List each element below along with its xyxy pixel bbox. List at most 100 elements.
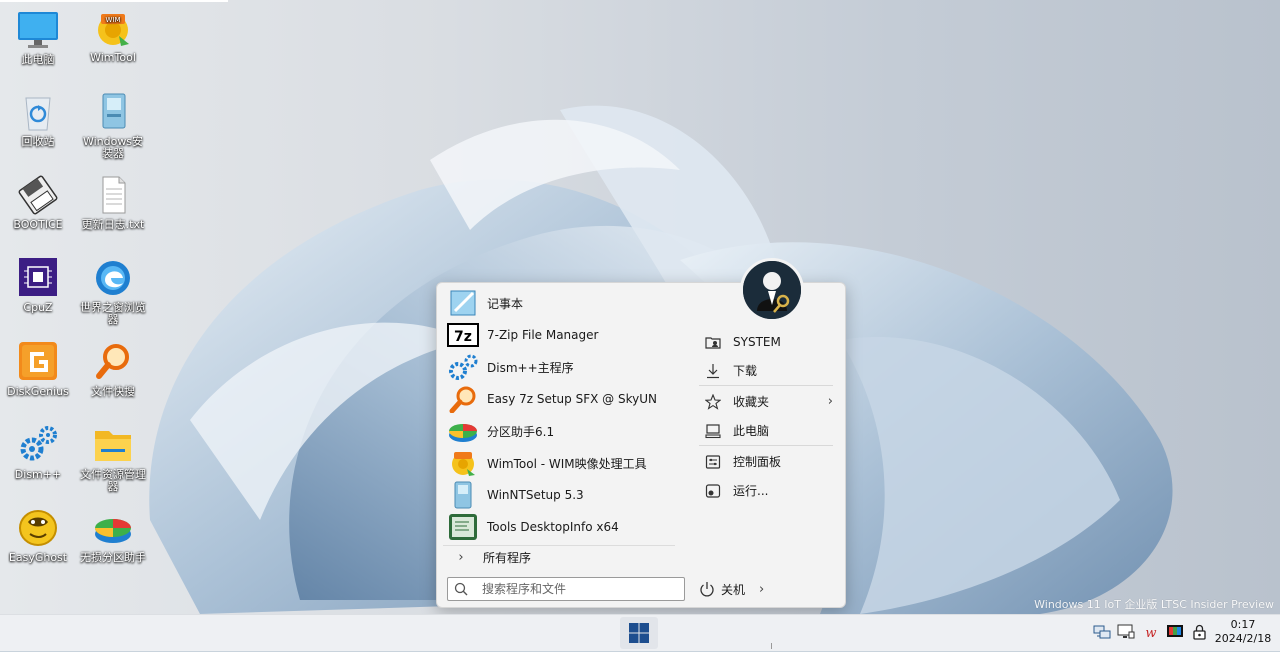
app-item-partition-assistant[interactable]: 分区助手6.1 xyxy=(443,415,685,447)
7zip-icon: 7z xyxy=(447,321,479,349)
notepad-icon xyxy=(447,289,479,317)
app-item-label: 7-Zip File Manager xyxy=(487,328,599,342)
place-item-system[interactable]: SYSTEM xyxy=(699,327,833,356)
display-icon[interactable] xyxy=(1117,623,1135,641)
magnifier-icon xyxy=(91,342,135,382)
dism-icon xyxy=(447,353,479,381)
star-icon xyxy=(704,393,722,410)
places-list: SYSTEM 下载 收藏夹 › 此电脑 控制面板 运行... xyxy=(699,327,833,505)
input-method-icon[interactable]: w xyxy=(1142,623,1160,641)
desktop-icon-windows-installer[interactable]: Windows安装器 xyxy=(80,92,146,160)
desktop-icon-label: Dism++ xyxy=(14,468,62,481)
app-item-desktopinfo[interactable]: Tools DesktopInfo x64 xyxy=(443,511,685,543)
browser-icon xyxy=(91,258,135,298)
app-item-7zip[interactable]: 7z 7-Zip File Manager xyxy=(443,319,685,351)
desktop-icon-label: 世界之窗浏览器 xyxy=(80,301,146,326)
app-item-label: Tools DesktopInfo x64 xyxy=(487,520,619,534)
desktop-icon-label: Windows安装器 xyxy=(82,135,144,160)
desktop-icon-label: DiskGenius xyxy=(7,385,69,398)
desktop-icon-theworld-browser[interactable]: 世界之窗浏览器 xyxy=(80,258,146,326)
shutdown-label: 关机 xyxy=(721,582,746,597)
taskbar: w 0:17 2024/2/18 xyxy=(0,614,1280,651)
monitor-icon xyxy=(16,10,60,50)
shutdown-button[interactable]: 关机 › xyxy=(699,577,779,601)
color-screen-icon[interactable] xyxy=(1166,623,1184,641)
run-icon xyxy=(705,483,721,499)
place-label: 运行... xyxy=(733,484,769,498)
app-item-label: Dism++主程序 xyxy=(487,360,574,375)
place-item-downloads[interactable]: 下载 xyxy=(699,356,833,385)
top-border-line xyxy=(0,0,228,2)
place-item-this-pc[interactable]: 此电脑 xyxy=(699,416,833,445)
app-item-easy7z[interactable]: Easy 7z Setup SFX @ SkyUN xyxy=(443,383,685,415)
desktop-icon-label: 文件快搜 xyxy=(91,385,135,398)
desktop-icon-easyghost[interactable]: EasyGhost xyxy=(5,508,71,564)
windows-logo-icon xyxy=(629,623,649,643)
desktop-icon-label: 此电脑 xyxy=(21,53,55,66)
svg-text:w: w xyxy=(1145,626,1156,641)
place-label: 此电脑 xyxy=(733,424,770,438)
user-folder-icon xyxy=(705,334,721,350)
desktop-icon-label: 文件资源管理器 xyxy=(80,468,146,493)
divider xyxy=(699,445,833,446)
desktop-icon-label: WimTool xyxy=(90,51,136,64)
folder-icon xyxy=(91,425,135,465)
partition-icon xyxy=(447,417,479,445)
user-avatar[interactable] xyxy=(740,258,804,322)
place-label: 下载 xyxy=(733,364,758,378)
app-item-notepad[interactable]: 记事本 xyxy=(443,287,685,319)
place-label: 收藏夹 xyxy=(733,395,770,409)
all-programs-button[interactable]: › 所有程序 xyxy=(443,545,675,568)
desktop-icon-this-pc[interactable]: 此电脑 xyxy=(5,10,71,66)
desktop-icon-wimtool[interactable]: WIM WimTool xyxy=(80,8,146,64)
place-item-favorites[interactable]: 收藏夹 › xyxy=(699,387,833,416)
clock-date: 2024/2/18 xyxy=(1214,632,1272,645)
desktop-icon-label: 更新日志.txt xyxy=(81,218,145,231)
desktop-icon-partition-assistant[interactable]: 无损分区助手 xyxy=(80,508,146,564)
desktop-icon-diskgenius[interactable]: DiskGenius xyxy=(5,342,71,398)
search-input[interactable] xyxy=(480,580,680,598)
desktop-icon-label: CpuZ xyxy=(23,301,53,314)
place-label: SYSTEM xyxy=(733,334,781,349)
taskbar-divider xyxy=(771,643,772,649)
place-label: 控制面板 xyxy=(733,455,782,469)
desktop-icon-file-search[interactable]: 文件快搜 xyxy=(80,342,146,398)
desktop-icon-recycle-bin[interactable]: 回收站 xyxy=(5,92,71,148)
desktop-icon-dism[interactable]: Dism++ xyxy=(5,425,71,481)
all-programs-label: 所有程序 xyxy=(483,550,532,565)
desktop-icon-file-explorer[interactable]: 文件资源管理器 xyxy=(80,425,146,493)
place-item-control-panel[interactable]: 控制面板 xyxy=(699,447,833,476)
chevron-right-icon: › xyxy=(458,549,464,565)
desktop-icon-label: EasyGhost xyxy=(8,551,68,564)
clock-time: 0:17 xyxy=(1230,618,1256,631)
download-icon xyxy=(705,363,721,379)
power-icon xyxy=(699,581,715,597)
desktopinfo-icon xyxy=(447,513,479,541)
chevron-right-icon[interactable]: › xyxy=(759,582,764,597)
search-icon xyxy=(454,582,468,596)
taskbar-clock[interactable]: 0:17 2024/2/18 xyxy=(1212,618,1274,646)
lock-icon[interactable] xyxy=(1191,623,1209,641)
search-box[interactable] xyxy=(447,577,685,601)
ghost-icon xyxy=(16,508,60,548)
desktop-icon-label: 无损分区助手 xyxy=(80,551,146,564)
control-panel-icon xyxy=(705,454,721,470)
divider xyxy=(699,385,833,386)
pinned-app-list: 记事本 7z 7-Zip File Manager Dism++主程序 Easy… xyxy=(443,287,685,543)
svg-text:WIM: WIM xyxy=(105,16,120,24)
app-item-wimtool[interactable]: WimTool - WIM映像处理工具 xyxy=(443,447,685,479)
app-item-label: WimTool - WIM映像处理工具 xyxy=(487,456,647,471)
start-button[interactable] xyxy=(620,617,658,649)
desktop-icon-label: 回收站 xyxy=(21,135,55,148)
app-item-winntsetup[interactable]: WinNTSetup 5.3 xyxy=(443,479,685,511)
place-item-run[interactable]: 运行... xyxy=(699,476,833,505)
winntsetup-icon xyxy=(447,481,479,509)
network-icon[interactable] xyxy=(1093,623,1111,641)
app-item-dism[interactable]: Dism++主程序 xyxy=(443,351,685,383)
partition-icon xyxy=(91,508,135,548)
chevron-right-icon: › xyxy=(827,394,833,409)
desktop-icon-bootice[interactable]: BOOTICE xyxy=(5,175,71,231)
desktop-icon-changelog[interactable]: 更新日志.txt xyxy=(80,175,146,231)
desktop-icon-cpuz[interactable]: CpuZ xyxy=(5,258,71,314)
os-watermark: Windows 11 IoT 企业版 LTSC Insider Preview xyxy=(1034,598,1274,611)
